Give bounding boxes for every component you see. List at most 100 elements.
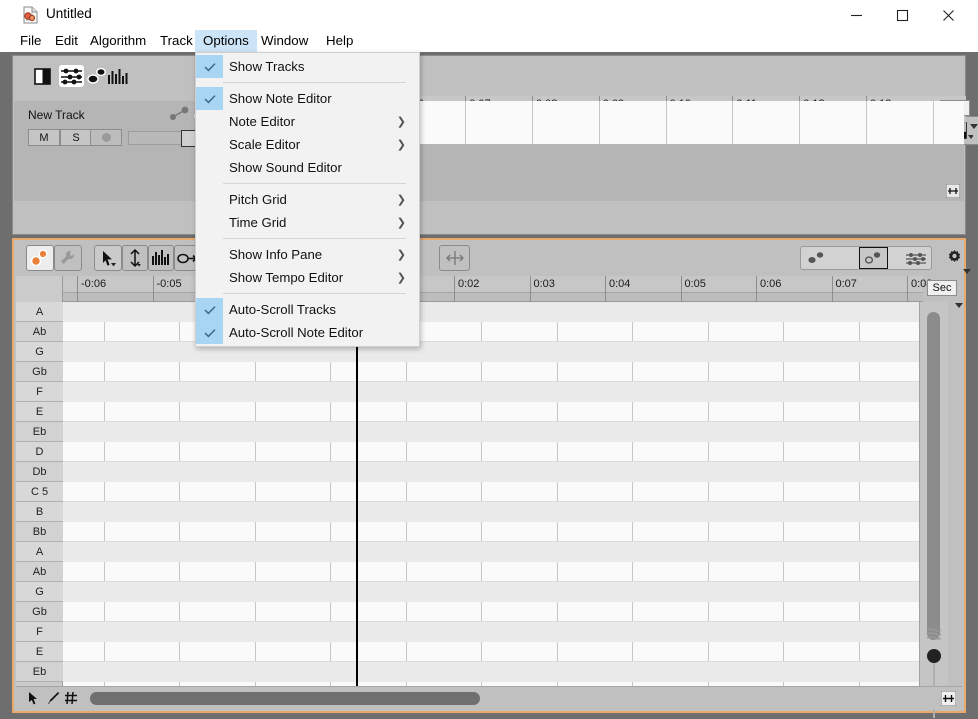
- fx-tool-button[interactable]: [26, 245, 54, 271]
- ruler-label: 0:03: [533, 278, 555, 290]
- roll-row-stripe: [63, 502, 919, 522]
- piano-key-g[interactable]: G: [16, 582, 63, 602]
- menu-item-time-grid[interactable]: Time Grid ❯: [196, 211, 419, 234]
- note-ruler-unit[interactable]: Sec: [927, 280, 957, 296]
- track-mute-button[interactable]: M: [28, 129, 60, 146]
- piano-key-e[interactable]: E: [16, 402, 63, 422]
- lane-gridline: [465, 101, 467, 144]
- menu-file[interactable]: File: [12, 30, 49, 52]
- mixer-view-icon[interactable]: [905, 251, 927, 272]
- roll-row-stripe: [63, 342, 919, 362]
- piano-key-gb[interactable]: Gb: [16, 362, 63, 382]
- menu-item-auto-scroll-tracks[interactable]: Auto-Scroll Tracks: [196, 298, 419, 321]
- menu-item-auto-scroll-note-editor[interactable]: Auto-Scroll Note Editor: [196, 321, 419, 344]
- menu-separator: [223, 82, 406, 83]
- menu-item-show-sound-editor[interactable]: Show Sound Editor: [196, 156, 419, 179]
- stretch-button[interactable]: [439, 245, 470, 271]
- pan-slider-handle[interactable]: [181, 130, 196, 147]
- pointer-tool-button[interactable]: [94, 245, 122, 271]
- menu-edit[interactable]: Edit: [47, 30, 86, 52]
- vertical-scrollbar-thumb[interactable]: [927, 312, 940, 640]
- menu-item-show-tempo-editor[interactable]: Show Tempo Editor ❯: [196, 266, 419, 289]
- menu-item-note-editor[interactable]: Note Editor ❯: [196, 110, 419, 133]
- piano-key-e[interactable]: E: [16, 642, 63, 662]
- menu-separator: [223, 238, 406, 239]
- waveform-icon[interactable]: [107, 67, 129, 85]
- settings-dropdown-arrow-icon[interactable]: [963, 261, 971, 279]
- menu-item-label: Auto-Scroll Note Editor: [229, 325, 364, 340]
- piano-view-icon[interactable]: [859, 247, 888, 269]
- view-split-icon[interactable]: [33, 66, 53, 86]
- options-dropdown-menu[interactable]: Show Tracks Show Note Editor Note Editor ❯ S…: [195, 52, 420, 347]
- menu-item-scale-editor[interactable]: Scale Editor ❯: [196, 133, 419, 156]
- pitch-tool-button[interactable]: [122, 245, 148, 271]
- menu-bar: File Edit Algorithm Track Options Window Help: [0, 30, 978, 52]
- mixer-icon[interactable]: [58, 64, 84, 88]
- piano-key-b[interactable]: B: [16, 502, 63, 522]
- menu-options[interactable]: Options: [195, 30, 257, 52]
- piano-key-eb[interactable]: Eb: [16, 662, 63, 682]
- menu-item-show-tracks[interactable]: Show Tracks: [196, 55, 419, 78]
- lane-gridline: [732, 101, 734, 144]
- notes-icon[interactable]: [87, 66, 107, 85]
- roll-row-line: [63, 541, 919, 542]
- menu-algorithm[interactable]: Algorithm: [82, 30, 154, 52]
- ruler-label: 0:06: [760, 278, 782, 290]
- resize-grip-icon[interactable]: [945, 183, 961, 199]
- resize-grip-icon[interactable]: [940, 690, 957, 711]
- menu-help[interactable]: Help: [318, 30, 361, 52]
- pencil-icon[interactable]: [46, 691, 60, 710]
- piano-key-d[interactable]: D: [16, 442, 63, 462]
- roll-row-line: [63, 421, 919, 422]
- piano-key-column[interactable]: A Ab G Gb F E Eb D Db C 5 B Bb A Ab G Gb F E Eb: [16, 276, 63, 686]
- track-name[interactable]: New Track: [28, 108, 85, 122]
- zoom-waves-icon: [925, 627, 943, 641]
- ruler-label: 0:07: [835, 278, 857, 290]
- piano-key-f[interactable]: F: [16, 382, 63, 402]
- menu-window[interactable]: Window: [253, 30, 316, 52]
- menu-item-show-note-editor[interactable]: Show Note Editor: [196, 87, 419, 110]
- cursor-arrow-icon[interactable]: [28, 691, 40, 710]
- route-icon[interactable]: [169, 106, 191, 127]
- roll-row-line: [63, 381, 919, 382]
- note-ruler-unit-dropdown[interactable]: [955, 295, 963, 313]
- minimize-button[interactable]: [833, 0, 879, 30]
- menu-track[interactable]: Track: [152, 30, 201, 52]
- gear-icon[interactable]: [946, 249, 963, 271]
- check-slot: [196, 110, 223, 133]
- check-icon: [196, 321, 223, 344]
- vertical-scrollbar[interactable]: [919, 302, 948, 718]
- horizontal-scrollbar-thumb[interactable]: [90, 692, 480, 705]
- piano-key-a[interactable]: A: [16, 302, 63, 322]
- piano-key-db[interactable]: Db: [16, 462, 63, 482]
- wrench-tool-button[interactable]: [54, 245, 82, 271]
- vertical-zoom-knob[interactable]: [927, 649, 941, 663]
- menu-separator: [223, 293, 406, 294]
- piano-key-bb[interactable]: Bb: [16, 522, 63, 542]
- piano-key-ab[interactable]: Ab: [16, 562, 63, 582]
- piano-key-ab[interactable]: Ab: [16, 322, 63, 342]
- menu-separator: [223, 183, 406, 184]
- menu-item-show-info-pane[interactable]: Show Info Pane ❯: [196, 243, 419, 266]
- playhead[interactable]: [356, 302, 358, 686]
- menu-item-label: Scale Editor: [229, 137, 301, 152]
- amplitude-tool-button[interactable]: [148, 245, 174, 271]
- view-mode-group[interactable]: [800, 246, 932, 270]
- horizontal-scrollbar[interactable]: [74, 692, 924, 705]
- tracks-ruler-unit-dropdown[interactable]: [970, 116, 978, 134]
- close-button[interactable]: [925, 0, 971, 30]
- piano-key-g[interactable]: G: [16, 342, 63, 362]
- piano-roll-grid[interactable]: [63, 302, 919, 686]
- piano-key-f[interactable]: F: [16, 622, 63, 642]
- piano-key-a[interactable]: A: [16, 542, 63, 562]
- menu-item-pitch-grid[interactable]: Pitch Grid ❯: [196, 188, 419, 211]
- ruler-label: 0:02: [458, 278, 480, 290]
- track-solo-button[interactable]: S: [60, 129, 92, 146]
- piano-key-eb[interactable]: Eb: [16, 422, 63, 442]
- track-record-button[interactable]: [90, 129, 122, 146]
- notes-view-icon[interactable]: [807, 251, 827, 270]
- piano-key-c5[interactable]: C 5: [16, 482, 63, 502]
- note-editor-ruler[interactable]: -0:06-0:05-0:040:020:030:040:050:060:070…: [63, 276, 932, 302]
- piano-key-gb[interactable]: Gb: [16, 602, 63, 622]
- maximize-button[interactable]: [879, 0, 925, 30]
